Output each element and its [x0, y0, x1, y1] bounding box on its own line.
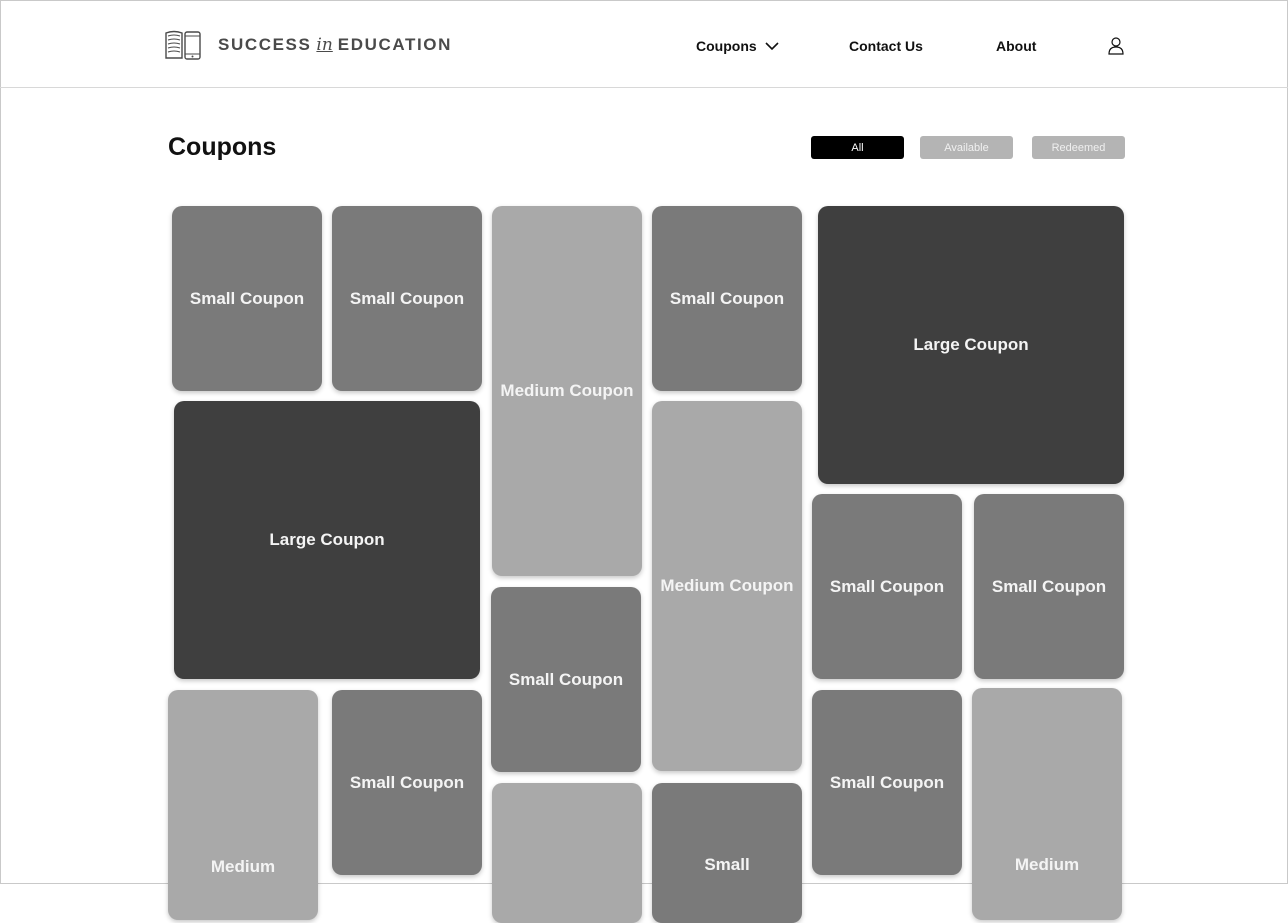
coupon-card-medium[interactable]: Medium Coupon — [652, 401, 802, 771]
coupon-label: Medium — [210, 857, 276, 876]
nav-coupons[interactable]: Coupons — [696, 38, 779, 54]
coupon-card-small[interactable]: Small — [652, 783, 802, 923]
coupon-label: Small Coupon — [829, 772, 945, 792]
coupon-card-small[interactable]: Small Coupon — [974, 494, 1124, 679]
coupon-label: Small Coupon — [349, 772, 465, 792]
coupon-card-small[interactable]: Small Coupon — [652, 206, 802, 391]
coupon-label: Small Coupon — [829, 576, 945, 596]
coupon-label: Large Coupon — [269, 530, 385, 549]
page-title: Coupons — [168, 133, 277, 161]
coupon-card-small[interactable]: Small Coupon — [332, 690, 482, 875]
coupon-label: Small Coupon — [508, 669, 624, 689]
coupon-card-medium[interactable]: Medium — [168, 690, 318, 920]
coupon-label: Medium — [1014, 855, 1080, 874]
coupon-card-medium[interactable] — [492, 783, 642, 923]
coupon-card-small[interactable]: Small Coupon — [491, 587, 641, 772]
coupon-card-large[interactable]: Large Coupon — [174, 401, 480, 679]
chevron-down-icon — [765, 42, 779, 51]
coupon-label: Small — [704, 855, 750, 874]
coupon-card-medium[interactable]: Medium Coupon — [492, 206, 642, 576]
coupon-label: Small Coupon — [669, 288, 785, 308]
filter-available-button[interactable]: Available — [920, 136, 1013, 159]
book-and-phone-icon — [165, 30, 201, 60]
nav-coupons-label: Coupons — [696, 38, 757, 54]
nav-contact-us[interactable]: Contact Us — [849, 38, 923, 54]
coupon-card-large[interactable]: Large Coupon — [818, 206, 1124, 484]
coupon-label: Medium Coupon — [660, 576, 794, 595]
brand-name: SUCCESS in EDUCATION — [218, 35, 452, 55]
user-icon[interactable] — [1108, 37, 1124, 55]
brand-name-part1: SUCCESS — [218, 35, 312, 54]
logo[interactable]: SUCCESS in EDUCATION — [164, 29, 452, 61]
coupon-label: Large Coupon — [913, 335, 1029, 354]
coupon-card-small[interactable]: Small Coupon — [812, 494, 962, 679]
coupon-card-small[interactable]: Small Coupon — [812, 690, 962, 875]
coupon-label: Small Coupon — [991, 576, 1107, 596]
site-header: SUCCESS in EDUCATION Coupons Contact Us Ab… — [0, 0, 1288, 88]
coupon-card-small[interactable]: Small Coupon — [172, 206, 322, 391]
coupon-card-medium[interactable]: Medium — [972, 688, 1122, 920]
filter-all-button[interactable]: All — [811, 136, 904, 159]
brand-name-part3: EDUCATION — [337, 35, 452, 54]
coupon-label: Small Coupon — [189, 288, 305, 308]
coupon-label: Medium Coupon — [500, 381, 634, 400]
coupon-label: Small Coupon — [349, 288, 465, 308]
brand-name-part2: in — [316, 35, 333, 55]
filter-redeemed-button[interactable]: Redeemed — [1032, 136, 1125, 159]
coupon-card-small[interactable]: Small Coupon — [332, 206, 482, 391]
nav-about[interactable]: About — [996, 38, 1036, 54]
